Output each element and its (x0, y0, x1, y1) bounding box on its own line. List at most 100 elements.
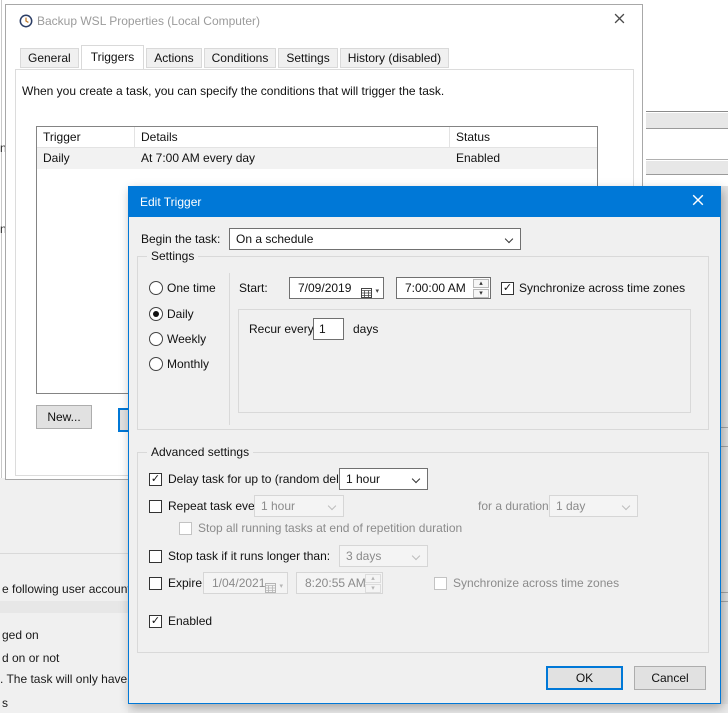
spinner (365, 574, 381, 594)
delay-duration-value: 1 hour (346, 472, 380, 486)
window-close-button[interactable] (597, 5, 642, 35)
status-cell: Enabled (450, 148, 597, 169)
divider (721, 592, 728, 593)
divider (721, 446, 728, 447)
sync-timezones-label: Synchronize across time zones (519, 277, 685, 299)
repeat-duration-value: 1 day (556, 499, 585, 513)
spinner-down-button[interactable] (473, 289, 489, 298)
repeat-interval-select: 1 hour (254, 495, 344, 517)
stop-duration-select: 3 days (339, 545, 428, 567)
dialog-close-button[interactable] (675, 187, 720, 216)
background-text-fragment: e following user account (2, 582, 131, 596)
stop-duration-value: 3 days (346, 549, 381, 563)
monthly-radio[interactable] (149, 357, 163, 371)
enabled-label: Enabled (168, 610, 212, 632)
expire-checkbox[interactable] (149, 577, 162, 590)
expire-sync-label: Synchronize across time zones (453, 572, 619, 594)
start-date-picker[interactable]: 7/09/2019 (289, 277, 384, 299)
dialog-title: Edit Trigger (129, 195, 201, 209)
repeat-interval-value: 1 hour (261, 499, 295, 513)
task-scheduler-clock-icon (19, 14, 33, 28)
begin-task-select[interactable]: On a schedule (229, 228, 521, 250)
cancel-button[interactable]: Cancel (634, 666, 706, 690)
background-row (646, 161, 728, 175)
stop-if-longer-checkbox[interactable] (149, 550, 162, 563)
edit-trigger-dialog: Edit Trigger Begin the task: On a schedu… (128, 186, 721, 704)
chevron-down-icon (328, 502, 336, 510)
delay-checkbox[interactable] (149, 473, 162, 486)
stop-all-tasks-label: Stop all running tasks at end of repetit… (198, 517, 462, 539)
new-trigger-button[interactable]: New... (36, 405, 92, 429)
begin-task-label: Begin the task: (141, 228, 220, 250)
tab-bar: General Triggers Actions Conditions Sett… (20, 45, 451, 68)
weekly-radio[interactable] (149, 332, 163, 346)
delay-duration-select[interactable]: 1 hour (339, 468, 428, 490)
daily-radio[interactable] (149, 307, 163, 321)
enabled-checkbox[interactable] (149, 615, 162, 628)
triggers-description: When you create a task, you can specify … (22, 84, 444, 98)
monthly-label: Monthly (167, 357, 209, 371)
divider (646, 159, 728, 160)
trigger-table-row[interactable]: Daily At 7:00 AM every day Enabled (37, 148, 597, 169)
column-header-trigger[interactable]: Trigger (37, 127, 135, 147)
expire-date-value: 1/04/2021 (212, 576, 265, 590)
recur-every-input[interactable] (313, 318, 344, 340)
tab-actions[interactable]: Actions (146, 48, 201, 68)
expire-date-picker: 1/04/2021 (203, 572, 288, 594)
repeat-checkbox[interactable] (149, 500, 162, 513)
background-left-panel: e following user account ged on d on or … (0, 478, 128, 713)
background-right-panel (644, 0, 728, 186)
start-date-value: 7/09/2019 (298, 281, 351, 295)
expire-time-spinner: 8:20:55 AM (296, 572, 383, 594)
ok-button[interactable]: OK (546, 666, 623, 690)
column-header-details[interactable]: Details (135, 127, 450, 147)
spinner-down-button (365, 584, 381, 593)
recur-every-label: Recur every: (249, 318, 317, 340)
chevron-down-icon (622, 502, 630, 510)
start-time-spinner[interactable]: 7:00:00 AM (396, 277, 491, 299)
calendar-icon[interactable] (361, 282, 379, 302)
tab-settings[interactable]: Settings (278, 48, 337, 68)
background-highlight-band (0, 601, 128, 613)
spinner (473, 279, 489, 299)
window-title: Backup WSL Properties (Local Computer) (37, 14, 260, 28)
divider (646, 111, 728, 112)
tab-triggers[interactable]: Triggers (81, 45, 145, 69)
sync-timezones-checkbox[interactable] (501, 282, 514, 295)
settings-divider (229, 273, 230, 425)
daily-label: Daily (167, 307, 194, 321)
spinner-up-button (365, 574, 381, 583)
settings-group-label: Settings (147, 249, 198, 263)
background-text-fragment: d on or not (2, 651, 59, 665)
one-time-radio[interactable] (149, 281, 163, 295)
start-label: Start: (239, 277, 268, 299)
weekly-label: Weekly (167, 332, 206, 346)
advanced-settings-label: Advanced settings (147, 445, 253, 459)
tab-conditions[interactable]: Conditions (204, 48, 277, 68)
tab-history[interactable]: History (disabled) (340, 48, 449, 68)
spinner-up-button[interactable] (473, 279, 489, 288)
expire-time-value: 8:20:55 AM (305, 576, 366, 590)
close-icon (614, 13, 625, 27)
chevron-down-icon (412, 475, 420, 483)
chevron-down-icon (412, 552, 420, 560)
one-time-label: One time (167, 281, 216, 295)
screen: n n b e following user account ged on d … (0, 0, 728, 713)
stop-all-tasks-checkbox (179, 522, 192, 535)
close-icon (692, 194, 704, 209)
trigger-cell: Daily (37, 148, 135, 169)
column-header-status[interactable]: Status (450, 127, 597, 147)
stop-if-longer-label: Stop task if it runs longer than: (168, 545, 330, 567)
begin-task-value: On a schedule (236, 232, 313, 246)
dropdown-caret-icon (375, 282, 379, 302)
trigger-table-header: Trigger Details Status (37, 127, 597, 148)
recur-unit-label: days (353, 318, 378, 340)
calendar-icon (265, 577, 283, 597)
tab-general[interactable]: General (20, 48, 79, 68)
divider (721, 601, 728, 602)
chevron-down-icon (505, 235, 513, 243)
background-window-edge (1, 0, 2, 553)
dialog-title-bar: Edit Trigger (129, 187, 720, 217)
start-time-value: 7:00:00 AM (405, 281, 466, 295)
expire-label: Expire: (168, 572, 205, 594)
